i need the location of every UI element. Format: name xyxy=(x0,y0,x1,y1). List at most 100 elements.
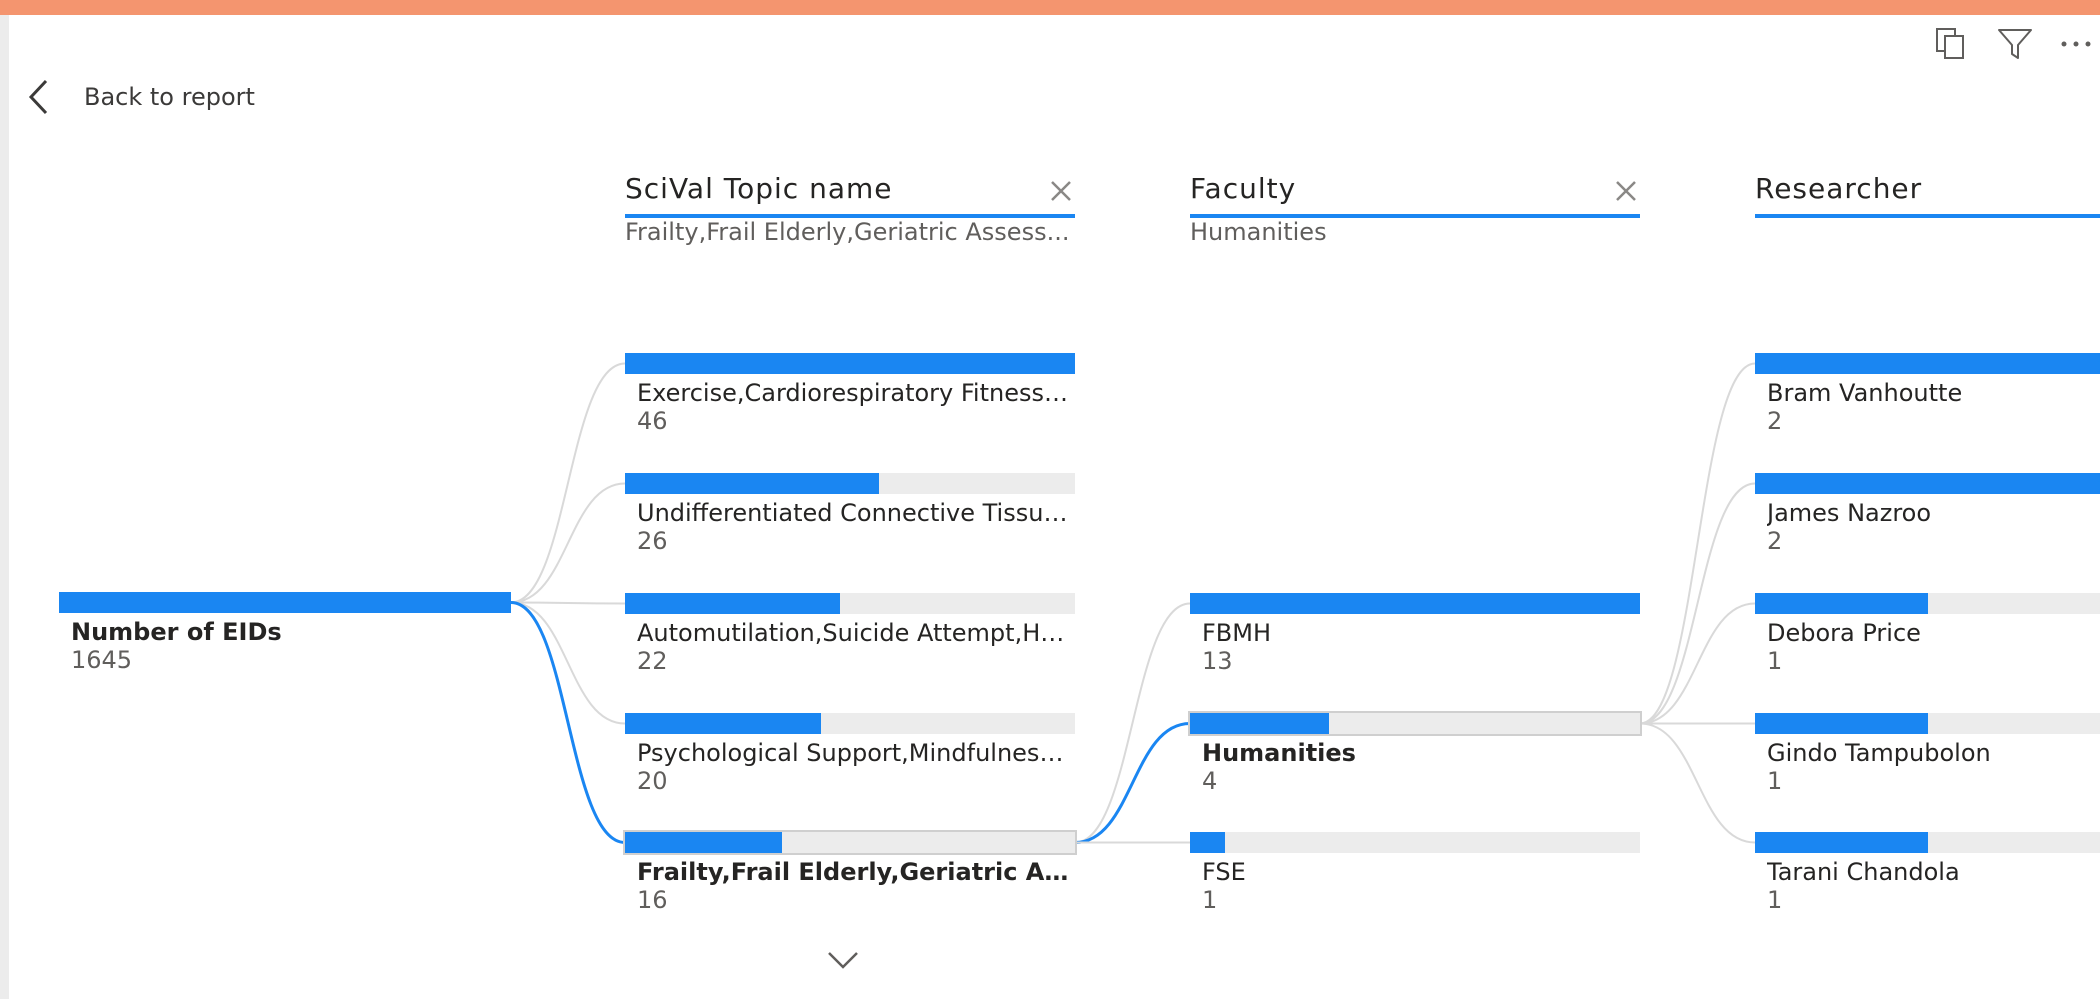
chevron-left-icon xyxy=(28,79,48,115)
node-bar xyxy=(59,592,511,613)
node-label: Automutilation,Suicide Attempt,Ha... xyxy=(637,619,1073,647)
active-link xyxy=(510,601,626,844)
node-bar-fill xyxy=(1190,713,1329,734)
link xyxy=(1639,722,1756,844)
node-automutilation-suicide-attempt-ha[interactable]: Automutilation,Suicide Attempt,Ha... 22 xyxy=(625,593,1075,677)
link xyxy=(1639,602,1756,725)
node-label: Tarani Chandola xyxy=(1767,858,1960,886)
level-selection: Frailty,Frail Elderly,Geriatric Assess..… xyxy=(625,218,1070,246)
link xyxy=(510,601,626,725)
chevron-down-icon[interactable] xyxy=(826,948,860,972)
level-title: Faculty xyxy=(1190,172,1297,205)
node-label: Exercise,Cardiorespiratory Fitness,S... xyxy=(637,379,1073,407)
node-fse[interactable]: FSE 1 xyxy=(1190,832,1640,916)
node-bar xyxy=(625,713,1075,734)
node-value: 4 xyxy=(1202,767,1218,795)
node-label: Undifferentiated Connective Tissue... xyxy=(637,499,1073,527)
node-bar-fill xyxy=(1190,593,1640,614)
link xyxy=(510,482,626,604)
link xyxy=(510,362,626,604)
more-options-icon[interactable] xyxy=(2056,22,2100,66)
node-label: Frailty,Frail Elderly,Geriatric Asse... xyxy=(637,858,1073,886)
node-bar xyxy=(1755,832,2100,853)
node-value: 1 xyxy=(1202,886,1218,914)
node-bar-fill xyxy=(625,353,1075,374)
node-bar-fill xyxy=(1190,832,1225,853)
node-james-nazroo[interactable]: James Nazroo 2 xyxy=(1755,473,2100,557)
back-to-report-button[interactable]: Back to report xyxy=(26,74,255,120)
node-bar-fill xyxy=(1755,473,2100,494)
node-value: 26 xyxy=(637,527,668,555)
level-title: Researcher xyxy=(1755,172,1923,205)
link xyxy=(1639,482,1756,725)
node-psychological-support-mindfulness[interactable]: Psychological Support,Mindfulness... 20 xyxy=(625,713,1075,797)
node-value: 1 xyxy=(1767,767,1783,795)
node-undifferentiated-connective-tissue[interactable]: Undifferentiated Connective Tissue... 26 xyxy=(625,473,1075,557)
node-humanities[interactable]: Humanities 4 xyxy=(1188,711,1642,797)
node-bar-fill xyxy=(1755,832,1928,853)
node-exercise-cardiorespiratory-fitness-s[interactable]: Exercise,Cardiorespiratory Fitness,S... 4… xyxy=(625,353,1075,437)
node-value: 16 xyxy=(637,886,668,914)
node-bar-fill xyxy=(59,592,511,613)
node-value: 13 xyxy=(1202,647,1233,675)
level-title: SciVal Topic name xyxy=(625,172,893,205)
node-bar-fill xyxy=(1755,593,1928,614)
node-bar xyxy=(1190,832,1640,853)
node-bar xyxy=(1755,473,2100,494)
left-rail xyxy=(0,0,9,999)
node-bar-fill xyxy=(625,713,821,734)
node-bar xyxy=(1755,593,2100,614)
back-to-report-label: Back to report xyxy=(84,83,255,111)
node-bar-fill xyxy=(1755,713,1928,734)
node-value: 20 xyxy=(637,767,668,795)
node-value: 1 xyxy=(1767,886,1783,914)
link xyxy=(1074,602,1191,844)
filter-icon[interactable] xyxy=(1993,22,2037,66)
node-label: Gindo Tampubolon xyxy=(1767,739,1991,767)
node-tarani-chandola[interactable]: Tarani Chandola 1 xyxy=(1755,832,2100,916)
node-value: 46 xyxy=(637,407,668,435)
node-bar xyxy=(1755,713,2100,734)
close-icon[interactable] xyxy=(1047,177,1075,205)
node-label: FSE xyxy=(1202,858,1246,886)
link xyxy=(1639,362,1756,725)
node-debora-price[interactable]: Debora Price 1 xyxy=(1755,593,2100,677)
node-bar xyxy=(1188,711,1642,736)
node-bar-fill xyxy=(625,593,841,614)
node-value: 1645 xyxy=(71,646,133,674)
node-label: FBMH xyxy=(1202,619,1272,647)
node-value: 22 xyxy=(637,647,668,675)
node-fbmh[interactable]: FBMH 13 xyxy=(1190,593,1640,677)
link xyxy=(510,601,626,605)
level-selection: Humanities xyxy=(1190,218,1327,246)
node-label: Number of EIDs xyxy=(71,618,282,646)
level-header-faculty: Faculty xyxy=(1190,168,1640,218)
node-bram-vanhoutte[interactable]: Bram Vanhoutte 2 xyxy=(1755,353,2100,437)
node-value: 1 xyxy=(1767,647,1783,675)
node-label: James Nazroo xyxy=(1767,499,1932,527)
node-label: Humanities xyxy=(1202,739,1356,767)
root-node-number-of-eids[interactable]: Number of EIDs 1645 xyxy=(59,592,511,676)
node-bar-fill xyxy=(1755,353,2100,374)
node-bar xyxy=(623,830,1077,855)
node-bar xyxy=(1190,593,1640,614)
node-gindo-tampubolon[interactable]: Gindo Tampubolon 1 xyxy=(1755,713,2100,797)
node-label: Debora Price xyxy=(1767,619,1921,647)
node-label: Psychological Support,Mindfulness... xyxy=(637,739,1073,767)
report-top-bar xyxy=(0,0,2100,15)
level-header-scival-topic-name: SciVal Topic name xyxy=(625,168,1075,218)
node-frailty-frail-elderly-geriatric-asse[interactable]: Frailty,Frail Elderly,Geriatric Asse... 1… xyxy=(623,830,1077,916)
copy-visual-icon[interactable] xyxy=(1928,22,1972,66)
node-label: Bram Vanhoutte xyxy=(1767,379,1963,407)
node-value: 2 xyxy=(1767,527,1783,555)
node-bar xyxy=(625,593,1075,614)
node-value: 2 xyxy=(1767,407,1783,435)
level-header-researcher: Researcher xyxy=(1755,168,2100,218)
node-bar xyxy=(625,353,1075,374)
node-bar-fill xyxy=(625,473,880,494)
active-link xyxy=(1074,722,1191,844)
node-bar-fill xyxy=(625,832,782,853)
node-bar xyxy=(1755,353,2100,374)
close-icon[interactable] xyxy=(1612,177,1640,205)
node-bar xyxy=(625,473,1075,494)
